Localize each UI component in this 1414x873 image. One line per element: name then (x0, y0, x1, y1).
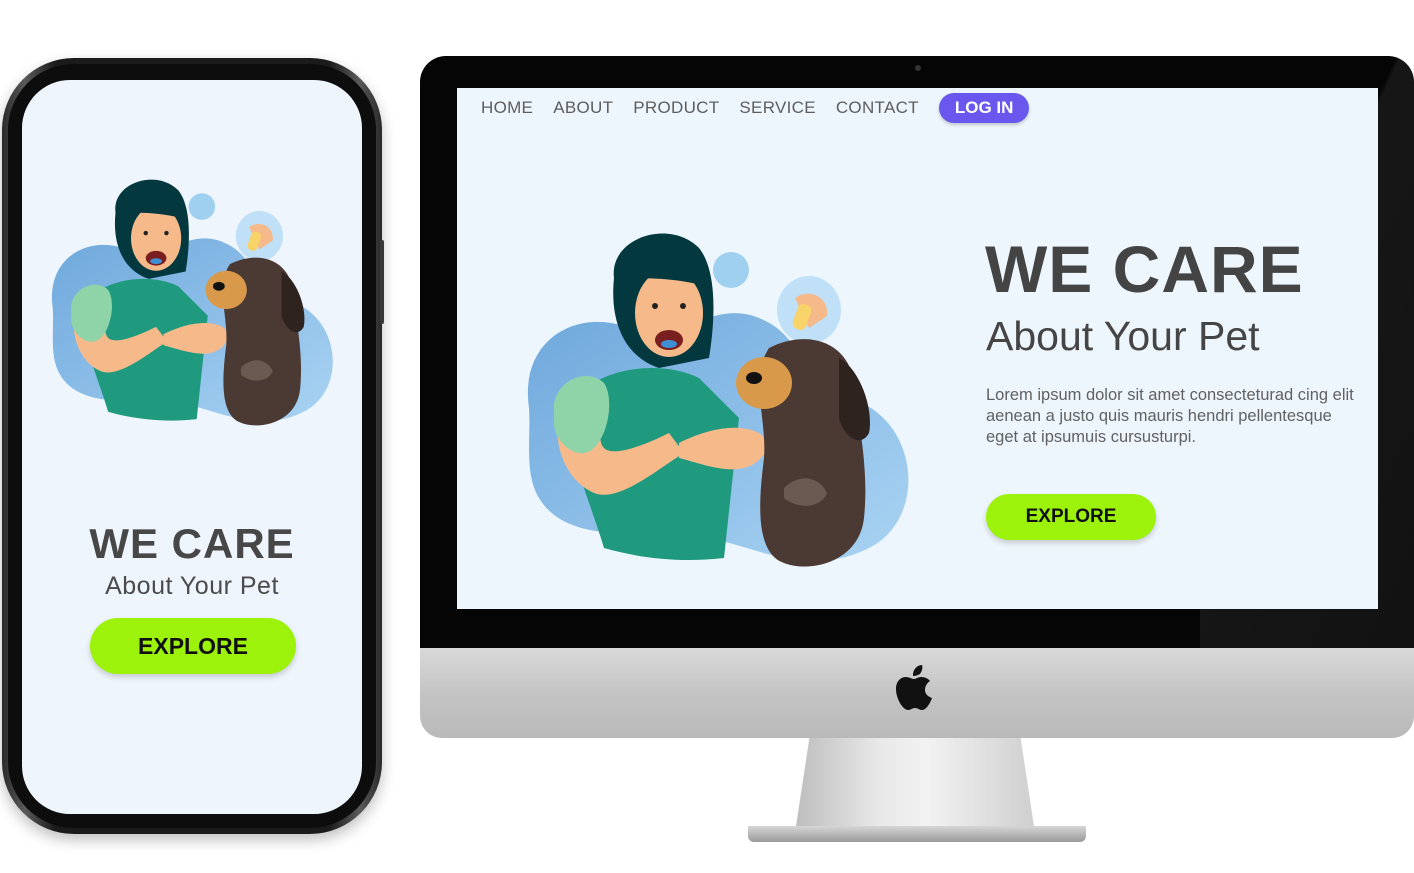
monitor-stand-foot (748, 826, 1086, 842)
pet-care-illustration (51, 179, 333, 426)
nav-item-product[interactable]: PRODUCT (633, 98, 719, 118)
hero-title: WE CARE (985, 232, 1304, 306)
monitor-stand-neck (795, 738, 1035, 833)
phone-screen: WE CARE About Your Pet EXPLORE (22, 80, 362, 814)
nav-item-service[interactable]: SERVICE (739, 98, 815, 118)
desktop-screen: HOME ABOUT PRODUCT SERVICE CONTACT LOG I… (457, 88, 1378, 609)
phone-explore-button[interactable]: EXPLORE (90, 618, 296, 674)
top-nav: HOME ABOUT PRODUCT SERVICE CONTACT LOG I… (481, 92, 1030, 124)
explore-button[interactable]: EXPLORE (986, 494, 1156, 540)
pet-care-illustration (527, 233, 909, 567)
hero-description: Lorem ipsum dolor sit amet consecteturad… (986, 386, 1354, 446)
phone-hero-subtitle: About Your Pet (105, 572, 279, 600)
webcam (915, 65, 921, 71)
phone-hero-title: WE CARE (89, 520, 295, 567)
nav-item-about[interactable]: ABOUT (553, 98, 613, 118)
apple-logo-icon (896, 665, 932, 710)
hero-subtitle: About Your Pet (986, 313, 1260, 359)
nav-item-home[interactable]: HOME (481, 98, 533, 118)
phone-side-button (380, 240, 384, 324)
login-button[interactable]: LOG IN (938, 93, 1030, 123)
nav-item-contact[interactable]: CONTACT (836, 98, 919, 118)
